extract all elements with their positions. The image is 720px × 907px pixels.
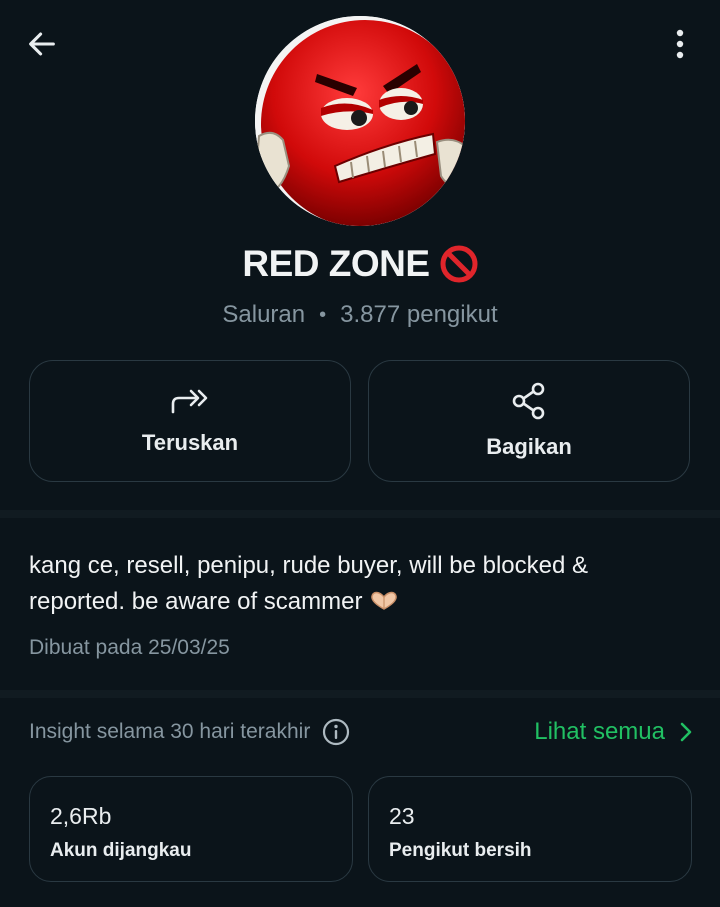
stat-card-reach[interactable]: 2,6Rb Akun dijangkau (29, 776, 353, 882)
insights-title: Insight selama 30 hari terakhir (29, 720, 311, 743)
stat-label: Pengikut bersih (389, 840, 532, 861)
info-icon[interactable] (322, 718, 350, 746)
no-entry-icon (440, 245, 478, 283)
more-options-button[interactable] (660, 22, 700, 66)
forward-label: Teruskan (141, 430, 239, 455)
channel-avatar[interactable] (255, 16, 465, 226)
insights-title-group: Insight selama 30 hari terakhir (29, 718, 350, 746)
share-button[interactable]: Bagikan (368, 360, 690, 482)
section-divider (0, 690, 720, 698)
stat-value: 2,6Rb (50, 803, 112, 829)
see-all-link[interactable]: Lihat semua (534, 718, 693, 746)
more-vertical-icon (676, 29, 684, 59)
forward-icon (171, 389, 208, 414)
description-text: kang ce, resell, penipu, rude buyer, wil… (29, 552, 588, 615)
channel-description: kang ce, resell, penipu, rude buyer, wil… (29, 548, 669, 620)
forward-button[interactable]: Teruskan (29, 360, 351, 482)
share-icon (512, 382, 545, 420)
stat-card-net-followers[interactable]: 23 Pengikut bersih (368, 776, 692, 882)
heart-hands-icon (371, 591, 397, 610)
angry-red-candy-avatar (255, 16, 465, 226)
subtitle-separator: • (319, 303, 327, 326)
chevron-right-icon (680, 722, 692, 742)
see-all-label: Lihat semua (534, 718, 665, 745)
section-divider (0, 510, 720, 518)
channel-name: RED ZONE (242, 243, 430, 284)
share-label: Bagikan (486, 434, 572, 459)
channel-title-row: RED ZONE (0, 238, 720, 290)
follower-count: 3.877 pengikut (340, 301, 498, 328)
arrow-left-icon (29, 32, 55, 56)
stat-value: 23 (389, 803, 415, 829)
stat-label: Akun dijangkau (50, 840, 192, 861)
insights-header: Insight selama 30 hari terakhir Lihat se… (29, 712, 693, 752)
channel-subtitle: Saluran • 3.877 pengikut (0, 298, 720, 332)
created-date: Dibuat pada 25/03/25 (29, 636, 230, 659)
back-button[interactable] (18, 22, 66, 66)
channel-type: Saluran (222, 301, 306, 328)
